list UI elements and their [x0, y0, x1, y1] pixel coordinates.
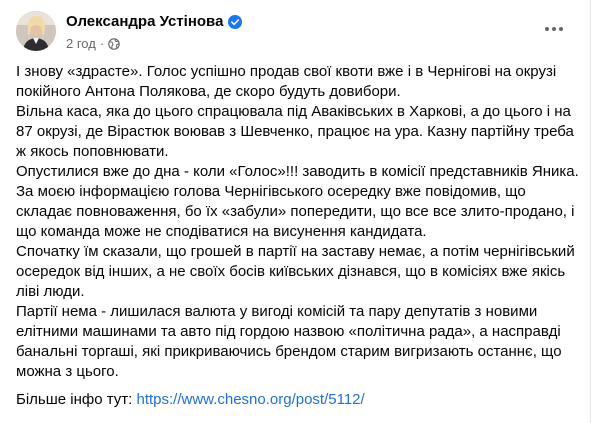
more-info-line: Більше інфо тут: https://www.chesno.org/…	[16, 390, 580, 410]
post-paragraph: Спочатку їм сказали, що грошей в партії …	[16, 243, 575, 300]
post-paragraph: І знову «здрасте». Голос успішно продав …	[16, 63, 557, 100]
globe-icon	[108, 37, 120, 50]
more-info-link[interactable]: https://www.chesno.org/post/5112/	[137, 391, 365, 408]
post-paragraph: Партії нема - лишилася валюта у вигоді к…	[16, 303, 562, 380]
author-name[interactable]: Олександра Устінова	[66, 13, 223, 30]
post-card: Олександра Устінова 2 год · І знову «здр…	[0, 0, 591, 423]
avatar-image	[16, 11, 56, 51]
more-options-button[interactable]	[540, 15, 568, 43]
post-header: Олександра Устінова 2 год ·	[16, 11, 574, 55]
more-dot	[552, 27, 556, 31]
post-paragraph: Вільна каса, яка до цього спрацювала під…	[16, 103, 574, 160]
more-dot	[559, 27, 563, 31]
author-avatar[interactable]	[16, 11, 56, 51]
more-options-icon	[545, 27, 549, 31]
more-info-label: Більше інфо тут:	[16, 391, 137, 408]
author-line: Олександра Устінова	[66, 13, 243, 30]
post-paragraph: Опустилися вже до дна - коли «Голос»!!! …	[16, 163, 579, 180]
post-text: І знову «здрасте». Голос успішно продав …	[16, 62, 580, 410]
verified-badge-icon	[228, 14, 243, 29]
meta-separator: ·	[99, 36, 105, 51]
post-paragraph: За моєю інформацією голова Чернігівськог…	[16, 183, 575, 240]
post-meta: 2 год ·	[66, 36, 120, 51]
post-timestamp[interactable]: 2 год	[66, 36, 96, 51]
